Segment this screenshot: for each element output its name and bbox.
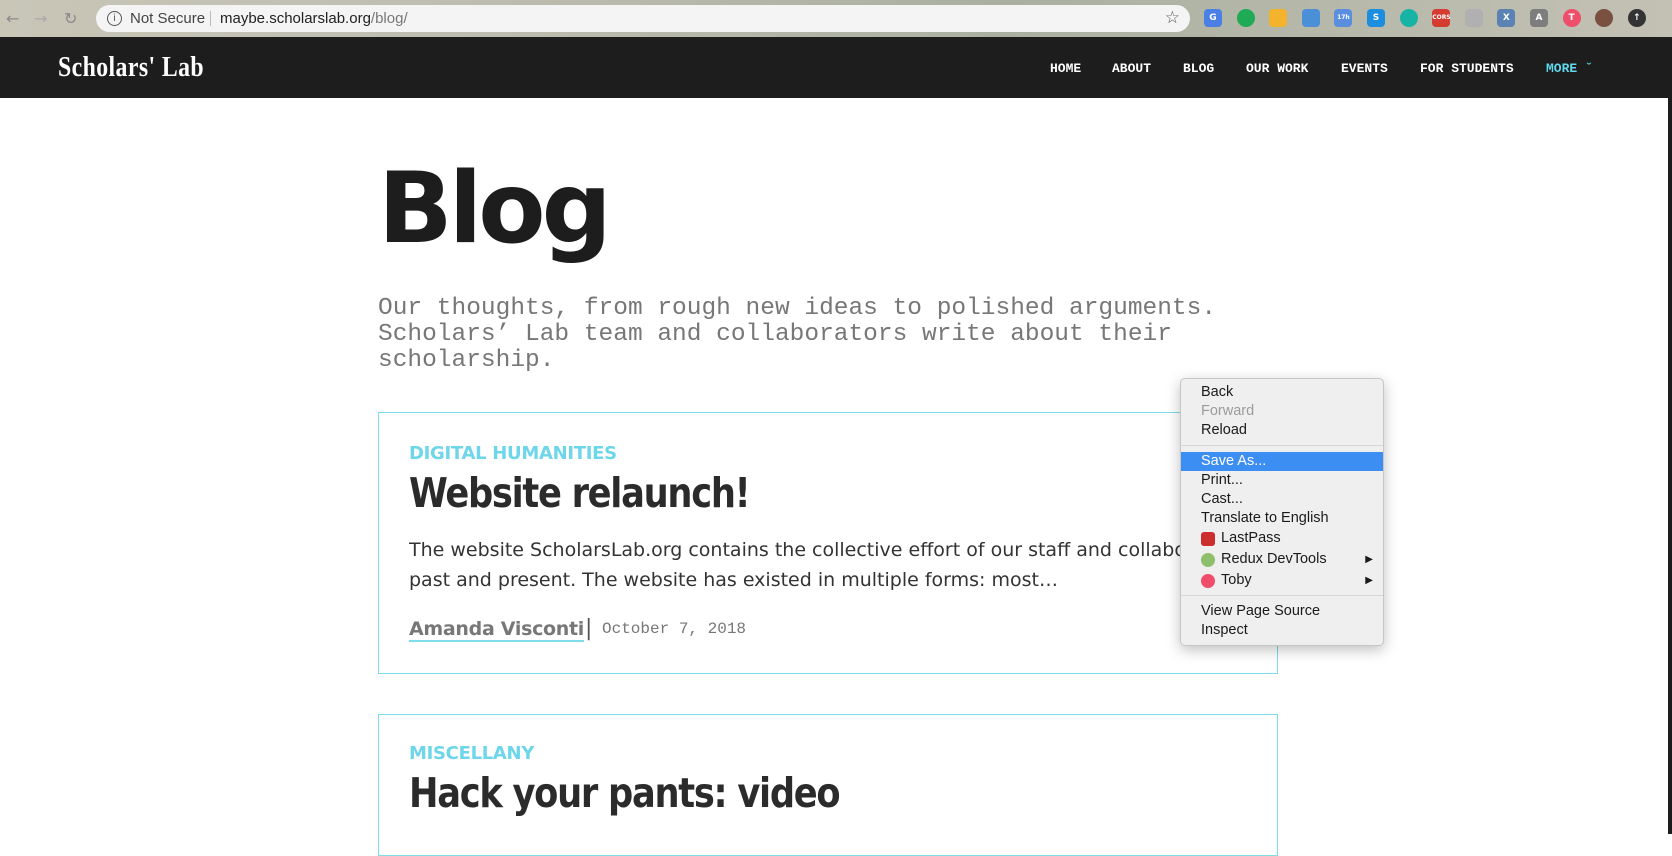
angular-extension-icon[interactable]: A — [1530, 9, 1548, 27]
menu-item-label: Forward — [1201, 403, 1255, 419]
menu-item-label: Translate to English — [1201, 510, 1329, 526]
menu-item-label: Reload — [1201, 422, 1247, 438]
ext-blue-extension-icon[interactable] — [1301, 9, 1320, 27]
post-date: October 7, 2018 — [602, 620, 747, 638]
url-path: /blog/ — [370, 10, 408, 27]
toby-icon — [1201, 574, 1215, 588]
info-icon[interactable]: i — [107, 11, 122, 26]
post-category[interactable]: MISCELLANY — [409, 743, 534, 764]
menu-separator — [1181, 595, 1383, 596]
cast-extension-icon[interactable] — [1464, 9, 1483, 27]
post-excerpt-line: past and present. The website has existe… — [409, 569, 1058, 591]
menu-item-label: Print... — [1201, 472, 1243, 488]
post-title[interactable]: Hack your pants: video — [409, 769, 841, 817]
drive-extension-icon[interactable] — [1269, 9, 1288, 27]
skype-extension-icon[interactable]: S — [1367, 9, 1385, 27]
menu-item-cast[interactable]: Cast... — [1181, 490, 1383, 509]
menu-item-inspect[interactable]: Inspect — [1181, 621, 1383, 640]
menu-item-back[interactable]: Back — [1181, 383, 1383, 402]
menu-item-print[interactable]: Print... — [1181, 471, 1383, 490]
post-author[interactable]: Amanda Visconti — [409, 618, 584, 642]
toby-extension-icon[interactable]: T — [1562, 9, 1581, 27]
post-excerpt-line: The website ScholarsLab.org contains the… — [409, 539, 1239, 561]
page-intro: Our thoughts, from rough new ideas to po… — [378, 295, 1217, 374]
translate-extension-icon[interactable]: G — [1204, 9, 1222, 27]
menu-separator — [1181, 445, 1383, 446]
menu-item-label: Cast... — [1201, 491, 1243, 507]
menu-item-lastpass[interactable]: LastPass — [1181, 529, 1383, 548]
window-edge — [1668, 37, 1672, 834]
reload-icon[interactable]: ↻ — [64, 9, 77, 28]
forward-icon[interactable]: → — [34, 9, 47, 28]
post-card[interactable]: DIGITAL HUMANITIES Website relaunch! The… — [378, 412, 1278, 674]
nav-more[interactable]: MORE ˇ — [1546, 61, 1593, 76]
site-header: Scholars' Lab HOME ABOUT BLOG OUR WORK E… — [0, 37, 1668, 98]
post-category[interactable]: DIGITAL HUMANITIES — [409, 443, 617, 464]
submenu-arrow-icon: ▶ — [1365, 554, 1373, 565]
page-title: Blog — [378, 152, 612, 266]
ext-x-extension-icon[interactable]: X — [1497, 9, 1516, 27]
menu-item-translate[interactable]: Translate to English — [1181, 509, 1383, 528]
menu-item-label: View Page Source — [1201, 603, 1321, 619]
post-excerpt: The website ScholarsLab.org contains the… — [409, 535, 1239, 595]
menu-item-label: Save As... — [1201, 453, 1267, 469]
post-title[interactable]: Website relaunch! — [409, 469, 751, 517]
hangouts-extension-icon[interactable] — [1236, 9, 1255, 27]
site-logo[interactable]: Scholars' Lab — [58, 51, 204, 84]
nav-blog[interactable]: BLOG — [1183, 61, 1214, 76]
url-text[interactable]: maybe.scholarslab.org/blog/ — [220, 10, 408, 27]
menu-item-label: Back — [1201, 384, 1234, 400]
back-icon[interactable]: ← — [6, 9, 19, 28]
menu-item-reload[interactable]: Reload — [1181, 421, 1383, 440]
menu-item-toby[interactable]: Toby ▶ — [1181, 571, 1383, 590]
meta-separator: | — [585, 616, 593, 641]
redux-icon — [1201, 553, 1215, 567]
menu-item-view-source[interactable]: View Page Source — [1181, 602, 1383, 621]
context-menu: Back Forward Reload Save As... Print... … — [1180, 378, 1384, 646]
address-bar[interactable]: i Not Secure maybe.scholarslab.org/blog/… — [96, 5, 1190, 32]
avatar-extension-icon[interactable] — [1595, 9, 1614, 27]
menu-item-forward: Forward — [1181, 402, 1383, 421]
bookmark-star-icon[interactable]: ☆ — [1165, 8, 1180, 28]
menu-item-label: Redux DevTools — [1221, 551, 1327, 567]
post-card[interactable]: MISCELLANY Hack your pants: video — [378, 714, 1278, 856]
menu-item-label: Inspect — [1201, 622, 1248, 638]
cors-extension-icon[interactable]: CORS — [1432, 9, 1451, 27]
menu-item-save-as[interactable]: Save As... — [1181, 452, 1383, 471]
browser-toolbar: ← → ↻ i Not Secure maybe.scholarslab.org… — [0, 0, 1672, 37]
submenu-arrow-icon: ▶ — [1365, 575, 1373, 586]
up-extension-icon[interactable]: ↑ — [1627, 9, 1646, 27]
nav-home[interactable]: HOME — [1050, 61, 1081, 76]
nav-our-work[interactable]: OUR WORK — [1246, 61, 1308, 76]
menu-item-redux-devtools[interactable]: Redux DevTools ▶ — [1181, 550, 1383, 569]
lastpass-icon — [1201, 532, 1215, 546]
calendar-extension-icon[interactable]: 17h — [1334, 9, 1353, 27]
omnibox-separator — [210, 11, 211, 26]
nav-events[interactable]: EVENTS — [1341, 61, 1388, 76]
teal-extension-icon[interactable] — [1399, 9, 1418, 27]
not-secure-label[interactable]: Not Secure — [130, 10, 205, 27]
url-host: maybe.scholarslab.org — [220, 10, 371, 27]
nav-about[interactable]: ABOUT — [1112, 61, 1151, 76]
nav-for-students[interactable]: FOR STUDENTS — [1420, 61, 1514, 76]
